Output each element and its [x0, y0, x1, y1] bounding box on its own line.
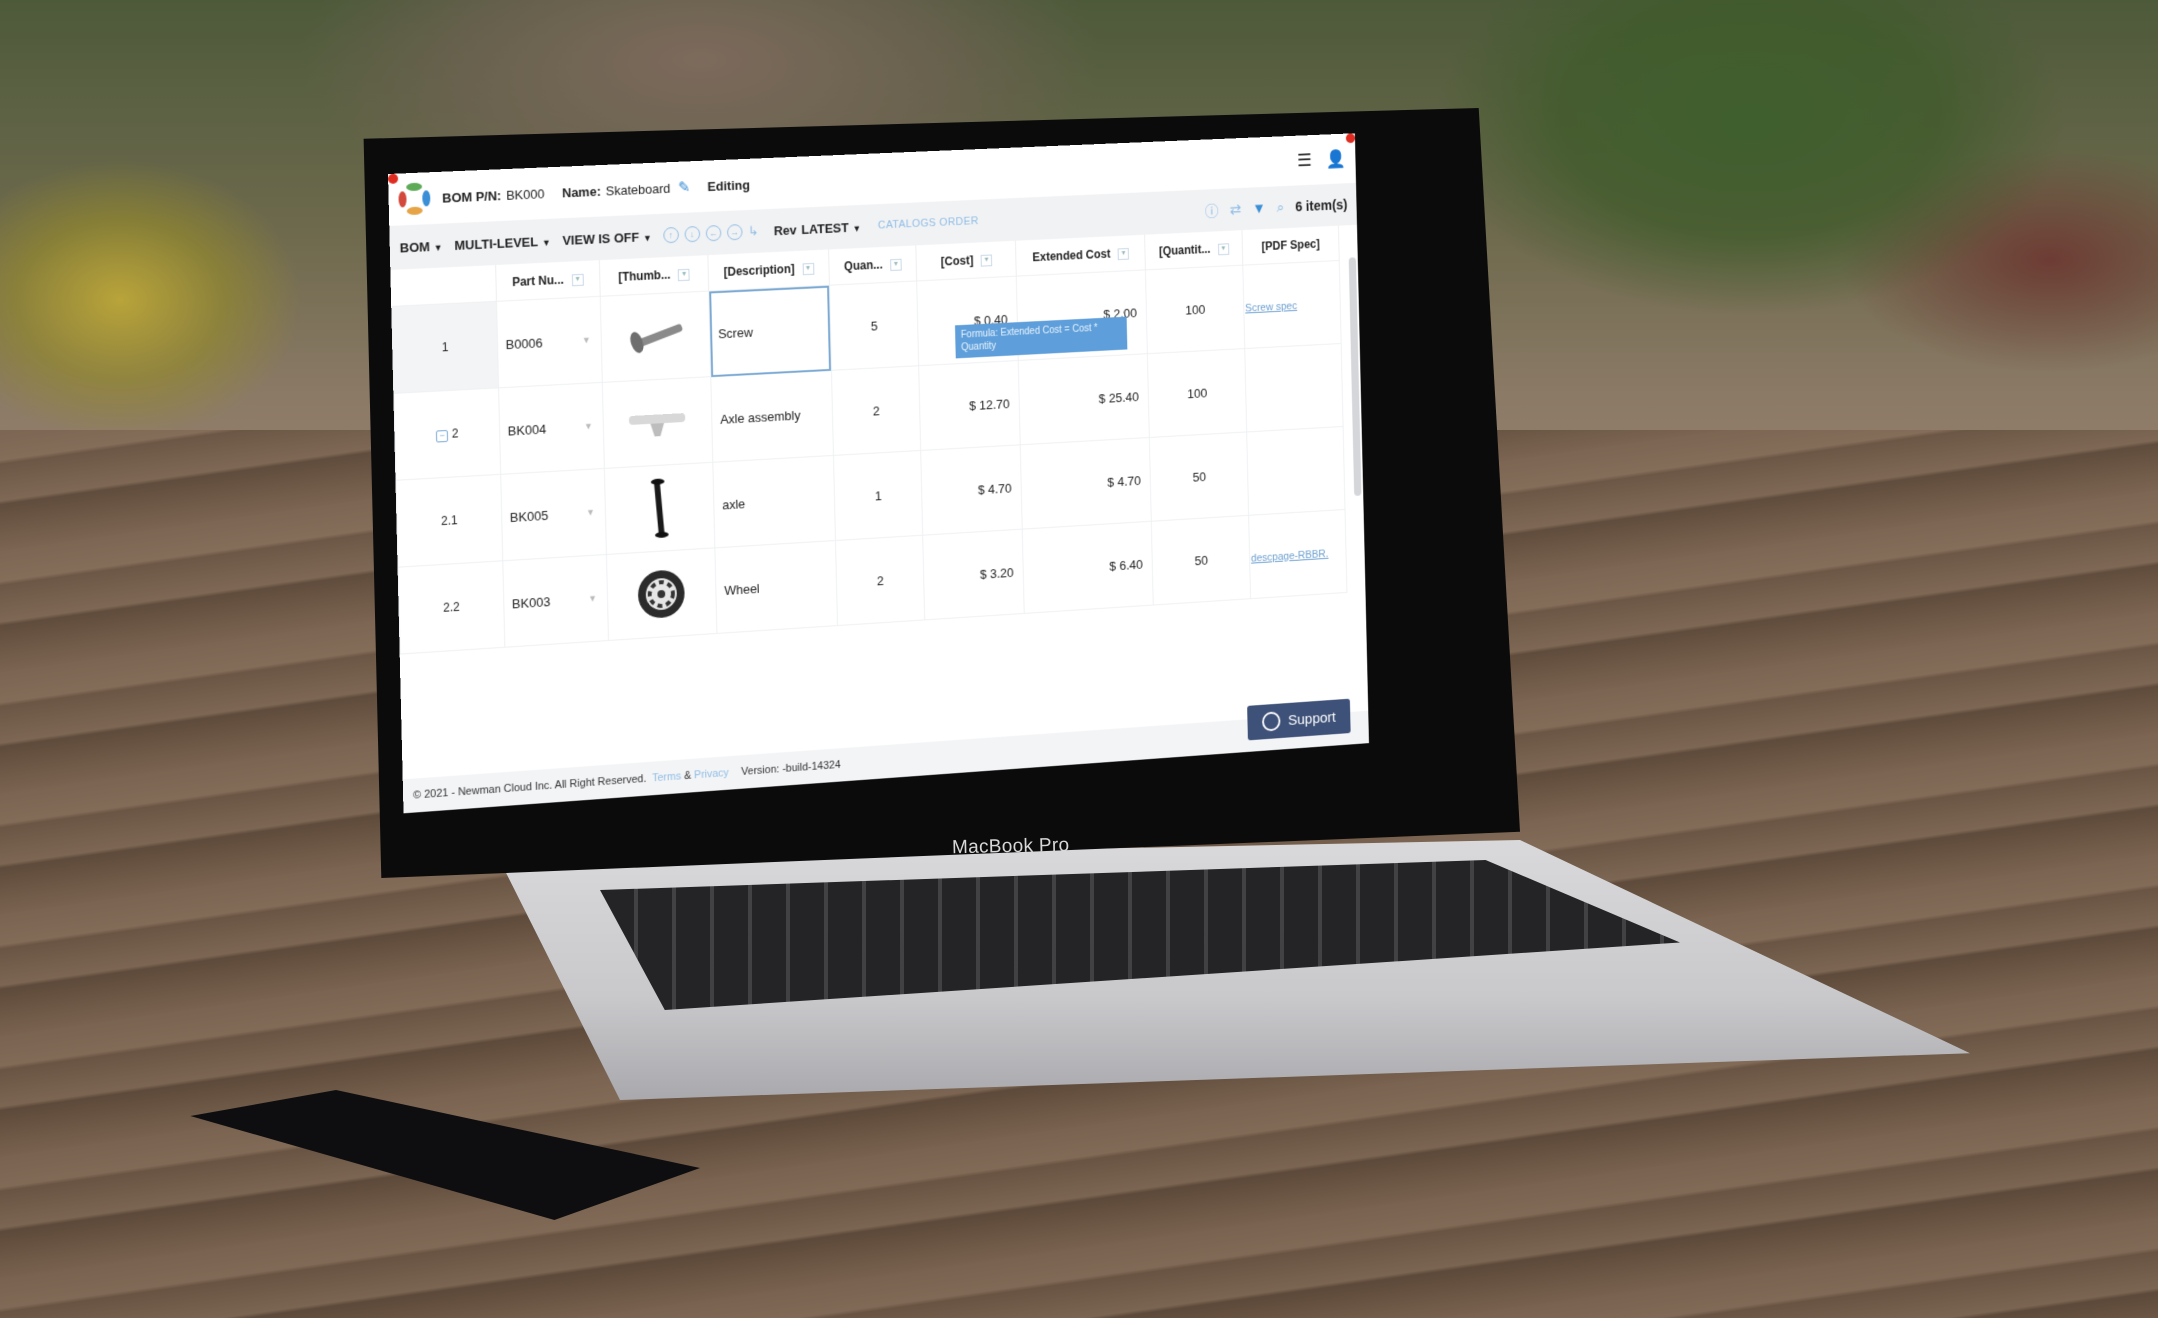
quantity-cell[interactable]: 1	[833, 450, 924, 541]
vertical-scrollbar[interactable]	[1348, 257, 1362, 497]
stock-quantity-cell[interactable]: 50	[1151, 515, 1251, 606]
indent-icon[interactable]: →	[726, 224, 743, 241]
column-filter-icon[interactable]: ▼	[1117, 247, 1130, 260]
info-icon[interactable]: ⓘ	[1205, 200, 1219, 221]
support-label: Support	[1287, 708, 1336, 729]
search-icon[interactable]: ⌕	[1276, 199, 1284, 216]
bom-app: BOM P/N: BK000 Name: Skateboard ✎ Editin…	[388, 133, 1369, 814]
part-number-cell[interactable]: BK003 ▼	[502, 554, 609, 648]
bom-table: Part Nu... ▼ [Thumb... ▼ [Description] ▼ Qu…	[390, 225, 1347, 655]
column-filter-icon[interactable]: ▼	[571, 273, 584, 287]
axle-assembly-thumbnail	[629, 413, 686, 437]
extended-cost-cell: $ 6.40	[1022, 521, 1154, 614]
stock-quantity-cell[interactable]: 50	[1149, 431, 1249, 522]
column-header-pdf-spec[interactable]: [PDF Spec]	[1242, 225, 1340, 266]
column-header-stock-quantity[interactable]: [Quantit... ▼	[1144, 230, 1243, 270]
column-filter-icon[interactable]: ▼	[1217, 243, 1229, 256]
hamburger-menu-icon[interactable]: ☰	[1297, 150, 1312, 171]
quantity-cell[interactable]: 2	[835, 535, 926, 626]
move-down-icon[interactable]: ↓	[684, 225, 701, 243]
pdf-spec-link[interactable]: descpage-RBBR.	[1251, 548, 1329, 564]
privacy-link[interactable]: Privacy	[694, 767, 729, 781]
pdf-spec-cell: descpage-RBBR.	[1248, 509, 1347, 599]
column-header-cost[interactable]: [Cost] ▼	[916, 240, 1017, 281]
thumbnail-cell	[599, 291, 711, 383]
item-count: 6 item(s)	[1295, 196, 1348, 215]
laptop-screen: BOM P/N: BK000 Name: Skateboard ✎ Editin…	[388, 130, 1441, 833]
wheel-thumbnail	[637, 568, 686, 620]
part-dropdown-icon[interactable]: ▼	[586, 507, 595, 517]
column-header-thumbnail[interactable]: [Thumb... ▼	[599, 255, 709, 297]
swap-icon[interactable]: ⇄	[1229, 200, 1241, 218]
column-header-description[interactable]: [Description] ▼	[708, 249, 830, 292]
copyright-text: © 2021 - Newman Cloud Inc. All Right Res…	[412, 772, 647, 802]
bom-pn-value: BK000	[505, 185, 545, 203]
description-cell[interactable]: Axle assembly	[710, 370, 834, 463]
quantity-cell[interactable]: 5	[829, 280, 920, 371]
thumbnail-cell	[606, 547, 718, 641]
stock-quantity-cell[interactable]: 100	[1147, 348, 1247, 438]
extended-cost-cell: $ 4.70	[1020, 437, 1152, 530]
support-icon	[1262, 711, 1281, 732]
pdf-spec-cell	[1246, 426, 1346, 516]
cost-cell[interactable]: $ 12.70	[919, 360, 1021, 451]
screw-thumbnail	[628, 323, 684, 355]
cost-cell[interactable]: $ 3.20	[923, 529, 1025, 620]
catalogs-order-link[interactable]: CATALOGS ORDER	[878, 215, 979, 231]
rev-dropdown[interactable]: LATEST ▼	[801, 219, 861, 237]
name-value: Skateboard	[605, 180, 671, 198]
insert-child-icon[interactable]: ↳	[748, 223, 759, 239]
row-index: 2.2	[398, 560, 505, 655]
column-filter-icon[interactable]: ▼	[890, 258, 902, 271]
part-number-cell[interactable]: BK005 ▼	[500, 468, 607, 561]
description-cell[interactable]: axle	[712, 455, 836, 548]
pdf-spec-link[interactable]: Screw spec	[1245, 300, 1297, 314]
cost-cell[interactable]: $ 4.70	[921, 444, 1023, 536]
pdf-spec-cell: Screw spec	[1242, 260, 1342, 349]
axle-thumbnail	[651, 478, 670, 539]
extended-cost-cell: $ 25.40	[1018, 353, 1150, 445]
column-header-index	[390, 265, 497, 307]
row-index: 2.1	[395, 474, 503, 568]
mode-status: Editing	[707, 176, 751, 194]
rev-label: Rev	[773, 222, 797, 238]
terms-link[interactable]: Terms	[652, 770, 681, 784]
part-dropdown-icon[interactable]: ▼	[582, 335, 591, 345]
edit-pencil-icon[interactable]: ✎	[678, 178, 691, 196]
name-label: Name:	[561, 183, 602, 200]
column-filter-icon[interactable]: ▼	[980, 254, 993, 267]
ampersand: &	[683, 769, 692, 783]
view-dropdown[interactable]: VIEW IS OFF ▼	[562, 229, 652, 247]
column-header-quantity[interactable]: Quan... ▼	[828, 245, 918, 286]
quantity-cell[interactable]: 2	[831, 365, 922, 456]
pdf-spec-cell	[1244, 343, 1344, 432]
part-dropdown-icon[interactable]: ▼	[584, 421, 593, 431]
part-dropdown-icon[interactable]: ▼	[588, 593, 597, 603]
move-up-icon[interactable]: ↑	[663, 226, 679, 244]
column-filter-icon[interactable]: ▼	[678, 268, 691, 281]
thumbnail-cell	[601, 376, 713, 469]
version-text: Version: -build-14324	[741, 759, 841, 778]
multilevel-dropdown[interactable]: MULTI-LEVEL ▼	[454, 233, 551, 253]
bom-dropdown[interactable]: BOM ▼	[400, 238, 443, 255]
column-filter-icon[interactable]: ▼	[802, 262, 814, 276]
description-cell[interactable]: Wheel	[715, 540, 838, 634]
outdent-icon[interactable]: ←	[705, 224, 722, 242]
collapse-icon[interactable]: −	[435, 429, 449, 443]
user-icon[interactable]: 👤	[1326, 148, 1347, 169]
part-number-cell[interactable]: B0006 ▼	[496, 296, 602, 388]
thumbnail-cell	[604, 462, 716, 555]
column-header-part-number[interactable]: Part Nu... ▼	[495, 260, 600, 302]
macbook-label: MacBook Pro	[951, 834, 1070, 859]
bom-pn-label: BOM P/N:	[441, 187, 502, 206]
stock-quantity-cell[interactable]: 100	[1145, 265, 1245, 354]
filter-icon[interactable]: ▼	[1252, 200, 1266, 217]
row-index: −2	[393, 387, 501, 481]
row-index: 1	[391, 301, 499, 394]
part-number-cell[interactable]: BK004 ▼	[498, 382, 605, 475]
description-cell[interactable]: Screw	[708, 285, 832, 377]
app-logo	[398, 182, 431, 216]
